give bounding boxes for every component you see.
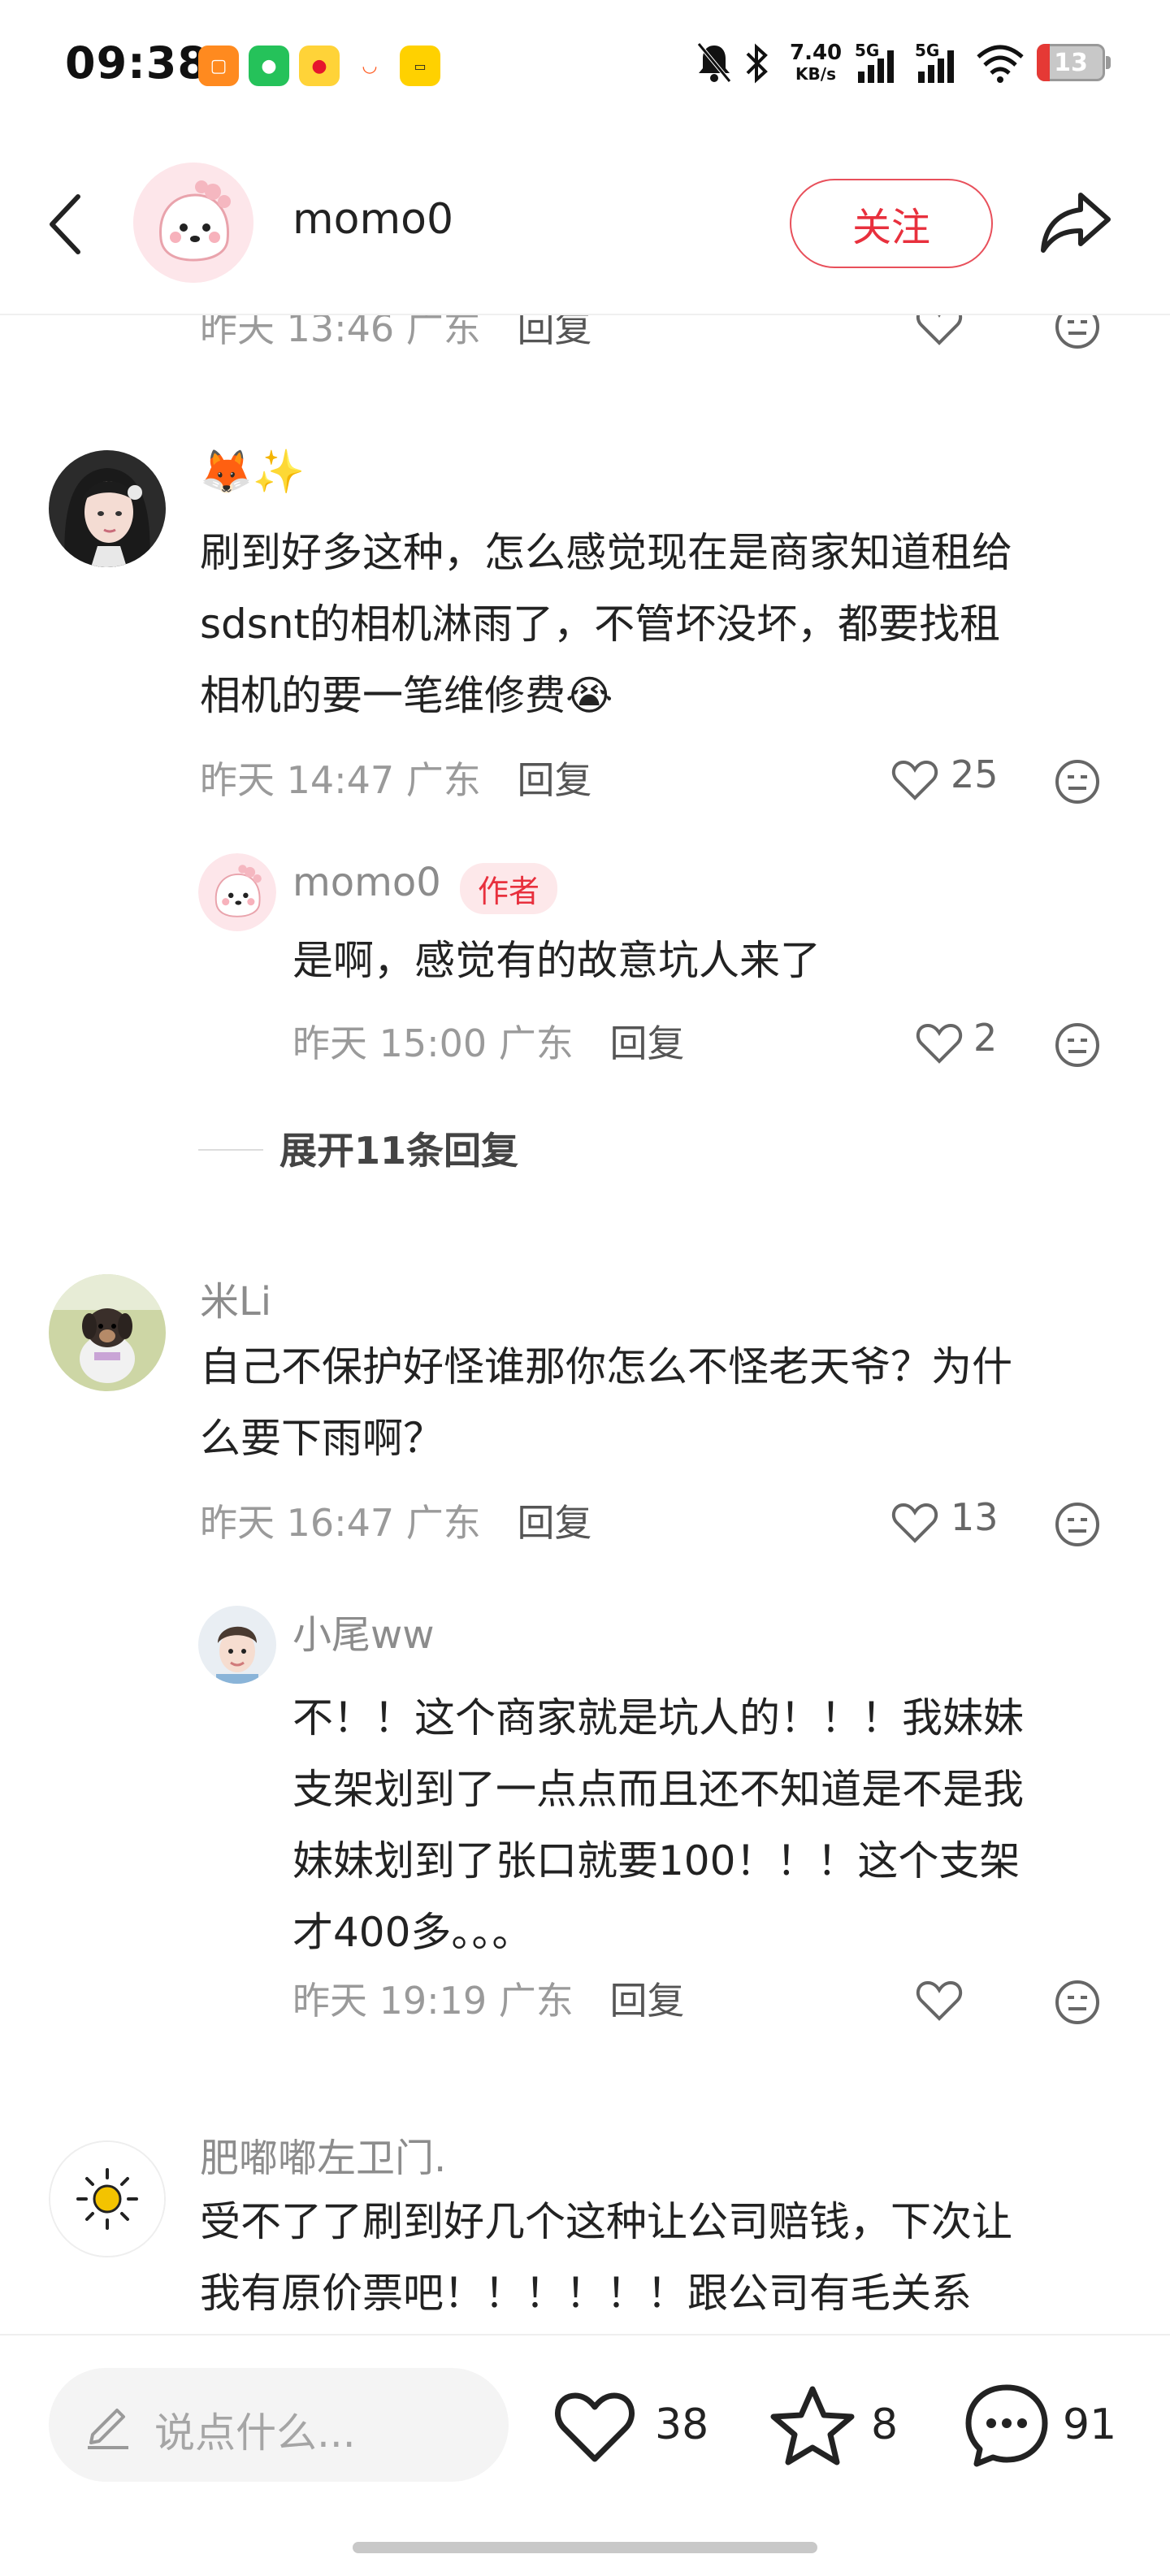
crying-emoji-icon: 😭: [566, 672, 613, 719]
weibo-icon: ●: [299, 46, 340, 86]
share-icon[interactable]: [1037, 184, 1115, 262]
network-speed-unit: KB/s: [795, 64, 836, 84]
heart-icon[interactable]: [552, 2387, 637, 2465]
comment-nickname[interactable]: 🦊✨: [200, 447, 306, 497]
reply-text-line: 才400多。。。: [292, 1909, 533, 1956]
like-count: 2: [973, 1016, 998, 1060]
comment-text: 受不了了刷到好几个这种让公司赔钱，下次让 我有原价票吧！！！！！！跟公司有毛关系: [200, 2186, 1118, 2329]
comment-text-segment: 相机的要一笔维修费: [200, 672, 566, 719]
expand-divider: [198, 1149, 263, 1151]
boy-avatar-image: [198, 1606, 276, 1684]
reply-avatar[interactable]: [198, 853, 276, 931]
author-badge: 作者: [460, 863, 558, 914]
favorite-count: 8: [871, 2400, 899, 2449]
comment-avatar[interactable]: [49, 1274, 166, 1391]
chevron-left-icon[interactable]: [42, 192, 91, 257]
like-count: 25: [951, 752, 999, 796]
reply-meta: 昨天 19:19 广东 回复: [292, 1971, 684, 2025]
home-indicator[interactable]: [353, 2542, 817, 2553]
reply-nickname[interactable]: 小尾ww: [292, 1602, 435, 1659]
network-speed: 7.40 KB/s: [790, 42, 842, 85]
fresh-app-icon: ◡: [349, 46, 390, 86]
reply-meta: 昨天 15:00 广东 回复: [292, 1014, 684, 1068]
comment-count: 91: [1063, 2400, 1117, 2449]
reply-text: 不！！这个商家就是坑人的！！！我妹妹 支架划到了一点点而且还不知道是不是我 妹妹…: [292, 1682, 1121, 1968]
heart-icon[interactable]: [915, 1978, 964, 2023]
header-username[interactable]: momo0: [292, 195, 453, 244]
signal-1-label: 5G: [855, 41, 880, 60]
star-icon[interactable]: [769, 2384, 856, 2469]
battery-level: 13: [1054, 48, 1088, 77]
comment-nickname[interactable]: 肥嘟嘟左卫门.: [200, 2126, 446, 2183]
dislike-face-icon[interactable]: [1053, 757, 1102, 806]
signal-1: 5G: [855, 41, 900, 89]
like-count: 38: [655, 2400, 709, 2449]
heart-icon[interactable]: [890, 1500, 939, 1546]
reply-text-line: 不！！这个商家就是坑人的！！！我妹妹: [292, 1694, 1024, 1741]
status-time: 09:38: [65, 37, 209, 89]
signal-2-label: 5G: [915, 41, 940, 60]
comment-text-line: 相机的要一笔维修费😭: [200, 660, 1118, 731]
comment-text-line: 我有原价票吧！！！！！！跟公司有毛关系: [200, 2270, 972, 2317]
comment-text-line: 自己不保护好怪谁那你怎么不怪老天爷？为什: [200, 1343, 1012, 1390]
dino-avatar-image: [198, 853, 276, 931]
comment-text: 刷到好多这种，怎么感觉现在是商家知道租给 sdsnt的相机淋雨了，不管坏没坏，都…: [200, 517, 1118, 731]
comment-text-line: sdsnt的相机淋雨了，不管坏没坏，都要找租: [200, 601, 1001, 648]
reply-button[interactable]: 回复: [517, 758, 592, 802]
dog-avatar-image: [49, 1274, 166, 1391]
bluetooth-icon: [746, 43, 768, 84]
heart-icon[interactable]: [890, 757, 939, 803]
comment-text-line: 么要下雨啊？: [200, 1415, 444, 1462]
follow-button[interactable]: 关注: [790, 179, 993, 268]
girl-avatar-image: [49, 450, 166, 567]
dislike-face-icon[interactable]: [1053, 1500, 1102, 1549]
comment-nickname[interactable]: 米Li: [200, 1269, 271, 1326]
comment-meta: 昨天 14:47 广东 回复: [200, 751, 592, 804]
reply-button[interactable]: 回复: [609, 1021, 684, 1065]
meituan-icon: ▭: [400, 46, 440, 86]
header-avatar[interactable]: [133, 163, 254, 283]
reply-nickname[interactable]: momo0: [292, 860, 441, 905]
taobao-app-icon: ▢: [198, 46, 239, 86]
like-count: 13: [951, 1495, 999, 1539]
reply-text-line: 支架划到了一点点而且还不知道是不是我: [292, 1766, 1024, 1813]
battery-indicator: 13: [1037, 44, 1111, 81]
comment-time: 昨天 16:47 广东: [200, 1501, 481, 1545]
pencil-icon: [88, 2409, 128, 2449]
reply-button[interactable]: 回复: [517, 1501, 592, 1545]
wifi-icon: [977, 45, 1024, 83]
reply-avatar[interactable]: [198, 1606, 276, 1684]
reply-text: 是啊，感觉有的故意坑人来了: [292, 937, 821, 984]
comment-text-line: 受不了了刷到好几个这种让公司赔钱，下次让: [200, 2198, 1012, 2245]
comment-text: 自己不保护好怪谁那你怎么不怪老天爷？为什 么要下雨啊？: [200, 1331, 1118, 1474]
comment-meta: 昨天 16:47 广东 回复: [200, 1494, 592, 1547]
comment-time: 昨天 14:47 广东: [200, 758, 481, 802]
dislike-face-icon[interactable]: [1053, 1978, 1102, 2027]
reply-text-line: 妹妹划到了张口就要100！！！这个支架: [292, 1837, 1020, 1884]
dislike-face-icon[interactable]: [1053, 1021, 1102, 1069]
heart-icon[interactable]: [915, 1021, 964, 1066]
mute-bell-icon: [697, 42, 731, 83]
reply-button[interactable]: 回复: [609, 1979, 684, 2023]
comment-text-line: 刷到好多这种，怎么感觉现在是商家知道租给: [200, 529, 1012, 576]
expand-replies-button[interactable]: 展开11条回复: [280, 1121, 518, 1175]
comment-avatar[interactable]: [49, 2140, 166, 2257]
comment-input-placeholder[interactable]: 说点什么...: [154, 2400, 356, 2459]
reply-time: 昨天 19:19 广东: [292, 1979, 574, 2023]
network-speed-value: 7.40: [790, 41, 843, 65]
reply-time: 昨天 15:00 广东: [292, 1021, 574, 1065]
comment-bubble-icon[interactable]: [962, 2381, 1051, 2470]
dino-avatar-image: [133, 163, 254, 283]
signal-2: 5G: [915, 41, 960, 89]
wechat-icon: ●: [249, 46, 289, 86]
sun-avatar-image: [50, 2142, 164, 2256]
comment-avatar[interactable]: [49, 450, 166, 567]
